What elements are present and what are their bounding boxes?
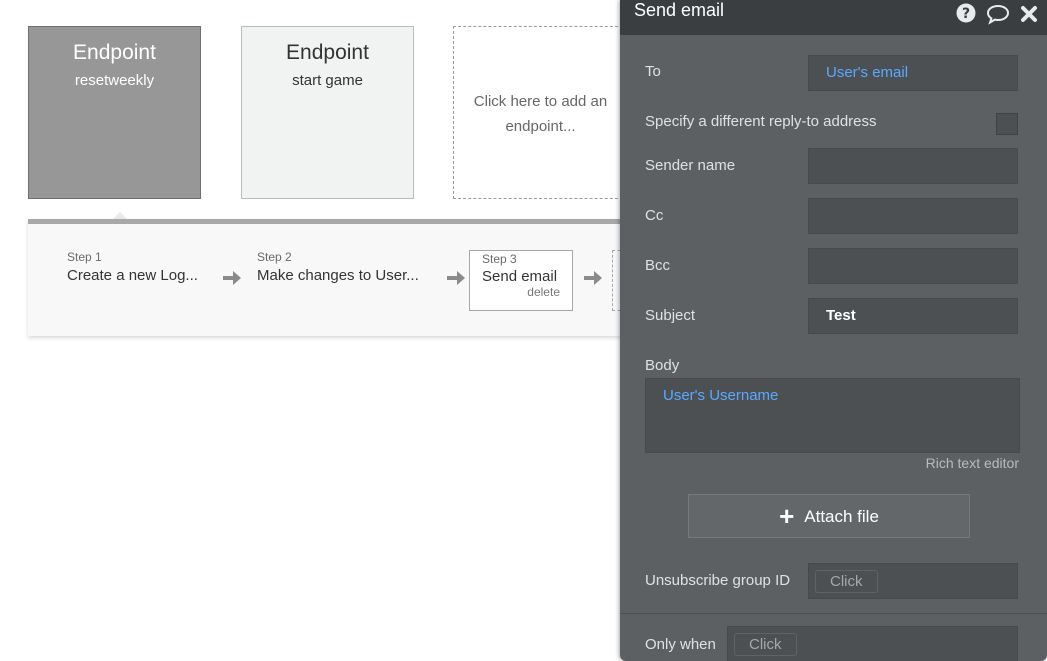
add-endpoint-button[interactable]: Click here to add an endpoint... <box>453 26 628 199</box>
close-icon[interactable] <box>1020 5 1038 23</box>
click-placeholder[interactable]: Click <box>815 570 878 593</box>
step-title: Create a new Log... <box>67 267 198 284</box>
click-placeholder[interactable]: Click <box>734 633 797 656</box>
endpoint-subtitle: resetweekly <box>74 72 155 89</box>
subject-field[interactable]: Test <box>808 298 1018 334</box>
endpoint-card-start-game[interactable]: Endpoint start game <box>241 26 414 199</box>
arrow-right-icon <box>447 271 465 285</box>
workflow-steps-strip: Step 1 Create a new Log... Step 2 Make c… <box>28 219 632 336</box>
bcc-label: Bcc <box>645 257 671 274</box>
step-number: Step 1 <box>67 250 102 264</box>
step-title: Send email <box>482 268 558 285</box>
svg-text:?: ? <box>962 6 970 22</box>
unsubscribe-group-field[interactable]: Click <box>808 563 1018 599</box>
arrow-right-icon <box>223 271 241 285</box>
to-label: To <box>645 63 661 80</box>
only-when-label: Only when <box>645 636 716 653</box>
endpoint-subtitle: start game <box>292 72 363 89</box>
plus-icon: + <box>779 501 795 531</box>
reply-to-label: Specify a different reply-to address <box>645 113 877 130</box>
to-field[interactable]: User's email <box>808 55 1018 91</box>
body-label: Body <box>645 357 680 374</box>
send-email-property-panel: Send email ? To User's email Specify a d… <box>620 0 1047 661</box>
cc-label: Cc <box>645 207 664 224</box>
arrow-right-icon <box>584 271 602 285</box>
body-field[interactable]: User's Username <box>645 378 1020 453</box>
panel-title: Send email <box>634 0 725 20</box>
sender-name-label: Sender name <box>645 157 736 174</box>
attach-file-button[interactable]: + Attach file <box>688 494 970 538</box>
panel-header: Send email ? <box>620 0 1047 35</box>
endpoint-card-resetweekly[interactable]: Endpoint resetweekly <box>28 26 201 199</box>
help-icon[interactable]: ? <box>956 3 976 23</box>
reply-to-checkbox[interactable] <box>996 113 1018 135</box>
workflow-step-1[interactable]: Step 1 Create a new Log... <box>67 250 198 284</box>
comment-icon[interactable] <box>986 3 1010 25</box>
attach-file-label: Attach file <box>804 507 879 526</box>
sender-name-field[interactable] <box>808 148 1018 184</box>
step-title: Make changes to User... <box>257 267 419 284</box>
endpoint-title: Endpoint <box>286 41 369 64</box>
rich-text-editor-link[interactable]: Rich text editor <box>926 455 1019 471</box>
step-number: Step 3 <box>482 252 517 266</box>
workflow-step-3[interactable]: Step 3 Send email delete <box>469 250 573 311</box>
unsubscribe-group-label: Unsubscribe group ID <box>645 572 791 589</box>
workflow-step-2[interactable]: Step 2 Make changes to User... <box>257 250 419 284</box>
delete-step-link[interactable]: delete <box>482 285 572 299</box>
endpoint-title: Endpoint <box>73 41 156 64</box>
step-number: Step 2 <box>257 250 292 264</box>
add-endpoint-label: Click here to add an endpoint... <box>473 93 608 135</box>
only-when-field[interactable]: Click <box>727 626 1018 661</box>
subject-label: Subject <box>645 307 696 324</box>
divider <box>620 613 1047 614</box>
bcc-field[interactable] <box>808 248 1018 284</box>
cc-field[interactable] <box>808 198 1018 234</box>
